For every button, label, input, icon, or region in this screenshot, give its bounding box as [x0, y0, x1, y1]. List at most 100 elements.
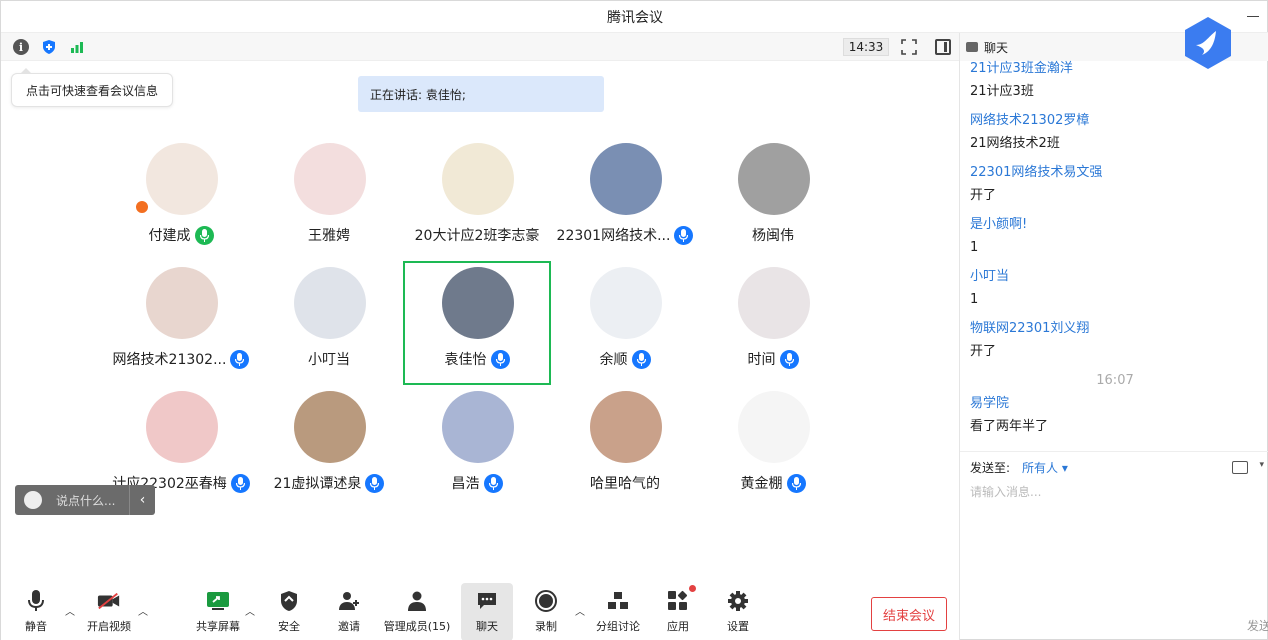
- participant-name: 20大计应2班李志豪: [414, 228, 540, 244]
- side-panel-toggle-icon[interactable]: [935, 39, 951, 55]
- chat-sender[interactable]: 网络技术21302罗樟: [970, 113, 1260, 136]
- participant-name: 杨闽伟: [752, 228, 794, 244]
- send-button[interactable]: 发送: [1247, 617, 1268, 634]
- participant-tile[interactable]: 昌浩: [403, 385, 551, 509]
- signal-icon[interactable]: [69, 39, 85, 55]
- gear-icon: [726, 589, 750, 613]
- breakout-rooms-button[interactable]: 分组讨论: [594, 589, 642, 639]
- camera-off-icon: [97, 589, 121, 613]
- participant-name: 黄金棚: [740, 476, 783, 492]
- security-button[interactable]: 安全: [273, 589, 305, 639]
- participant-tile[interactable]: 20大计应2班李志豪: [403, 137, 551, 261]
- chat-message-text: 开了: [970, 344, 997, 359]
- participant-tile[interactable]: 袁佳怡: [403, 261, 551, 385]
- share-caret-icon[interactable]: ︿: [245, 603, 255, 618]
- meeting-toolbar: 静音 ︿ 开启视频 ︿ 共享屏幕 ︿ 安全 邀请 管理成员(15) 聊天 录制 …: [1, 583, 959, 640]
- file-icon[interactable]: [1232, 461, 1248, 474]
- participant-avatar: [738, 143, 810, 215]
- microphone-status-icon: [194, 225, 214, 245]
- participant-tile[interactable]: 网络技术21302...: [107, 261, 255, 385]
- microphone-status-icon: [779, 349, 799, 369]
- invite-button[interactable]: 邀请: [333, 589, 365, 639]
- participant-tile[interactable]: 21虚拟谭述泉: [255, 385, 403, 509]
- speaking-indicator: 正在讲话: 袁佳怡;: [358, 76, 604, 112]
- participant-name-row: 付建成: [107, 225, 255, 245]
- mute-label: 静音: [25, 620, 47, 633]
- chat-input[interactable]: 请输入消息...: [970, 483, 1041, 500]
- participant-name-row: 时间: [699, 349, 847, 369]
- microphone-status-icon: [365, 473, 385, 493]
- participant-name-row: 21虚拟谭述泉: [255, 473, 403, 493]
- send-to-dropdown[interactable]: 所有人 ▾: [1022, 459, 1068, 476]
- participant-tile[interactable]: 黄金棚: [699, 385, 847, 509]
- apps-notification-dot: [689, 585, 696, 592]
- security-shield-icon: [277, 589, 301, 613]
- chat-label: 聊天: [476, 620, 498, 633]
- participant-name: 小叮当: [308, 352, 350, 368]
- chat-button[interactable]: 聊天: [461, 583, 513, 640]
- video-button[interactable]: 开启视频: [85, 589, 133, 639]
- security-label: 安全: [278, 620, 300, 633]
- chat-sender[interactable]: 小叮当: [970, 269, 1260, 292]
- collapse-chevron-icon[interactable]: ‹: [129, 485, 155, 515]
- participant-avatar: [442, 391, 514, 463]
- participant-name-row: 20大计应2班李志豪: [403, 225, 551, 245]
- minimize-button[interactable]: [1247, 9, 1261, 23]
- manage-members-button[interactable]: 管理成员(15): [381, 589, 453, 639]
- file-caret-icon[interactable]: ▾: [1259, 460, 1264, 470]
- microphone-icon: [24, 589, 48, 613]
- participant-tile[interactable]: 余顺: [551, 261, 699, 385]
- apps-button[interactable]: 应用: [663, 585, 696, 639]
- participant-avatar: [442, 143, 514, 215]
- meeting-window: 腾讯会议 i 14:33 点击可快速查看会议信息 正在讲话: 袁佳怡; 付建成 王…: [0, 0, 1268, 640]
- video-label: 开启视频: [87, 620, 131, 633]
- chat-sender[interactable]: 是小颜啊!: [970, 217, 1260, 240]
- title-bar: 腾讯会议: [1, 1, 1268, 33]
- apps-grid-icon: [666, 585, 696, 613]
- record-icon: [534, 589, 558, 613]
- chat-message-text: 开了: [970, 188, 997, 203]
- participant-tile[interactable]: 小叮当: [255, 261, 403, 385]
- settings-button[interactable]: 设置: [723, 589, 753, 639]
- share-screen-icon: [206, 589, 230, 613]
- participant-tile[interactable]: 哈里哈气的: [551, 385, 699, 509]
- chat-sender[interactable]: 物联网22301刘义翔: [970, 321, 1260, 344]
- participant-name-row: 余顺: [551, 349, 699, 369]
- add-user-icon: [337, 589, 361, 613]
- record-caret-icon[interactable]: ︿: [575, 603, 585, 618]
- chat-message-text: 21计应3班: [970, 84, 1034, 99]
- mute-button[interactable]: 静音: [19, 589, 53, 639]
- participant-name: 网络技术21302...: [112, 352, 227, 368]
- mute-caret-icon[interactable]: ︿: [65, 603, 75, 618]
- participant-avatar: [146, 143, 218, 215]
- participant-avatar: [294, 143, 366, 215]
- shield-icon[interactable]: [41, 39, 57, 55]
- fullscreen-icon[interactable]: [901, 39, 917, 55]
- participant-avatar: [442, 267, 514, 339]
- participant-tile[interactable]: 付建成: [107, 137, 255, 261]
- info-icon[interactable]: i: [13, 39, 29, 55]
- chat-bubble-icon: [475, 589, 499, 613]
- chat-sender[interactable]: 22301网络技术易文强: [970, 165, 1260, 188]
- participant-tile[interactable]: 王雅娉: [255, 137, 403, 261]
- record-label: 录制: [535, 620, 557, 633]
- participant-tile[interactable]: 杨闽伟: [699, 137, 847, 261]
- invite-label: 邀请: [338, 620, 360, 633]
- end-meeting-button[interactable]: 结束会议: [871, 597, 947, 631]
- record-button[interactable]: 录制: [531, 589, 561, 639]
- emoji-icon[interactable]: [24, 491, 42, 509]
- quick-chat-box[interactable]: 说点什么... ‹: [15, 485, 155, 515]
- participant-name: 21虚拟谭述泉: [273, 476, 362, 492]
- participant-tile[interactable]: 22301网络技术...: [551, 137, 699, 261]
- chat-message-text: 1: [970, 240, 979, 255]
- chat-sender[interactable]: 易学院: [970, 396, 1260, 419]
- participant-name-row: 昌浩: [403, 473, 551, 493]
- video-caret-icon[interactable]: ︿: [138, 603, 148, 618]
- participant-tile[interactable]: 时间: [699, 261, 847, 385]
- chat-message-text: 1: [970, 292, 979, 307]
- participant-avatar: [294, 267, 366, 339]
- quick-chat-placeholder: 说点什么...: [56, 493, 116, 508]
- participant-name: 付建成: [148, 228, 191, 244]
- share-screen-button[interactable]: 共享屏幕: [194, 589, 242, 639]
- chat-sender[interactable]: 21计应3班金瀚洋: [970, 61, 1260, 84]
